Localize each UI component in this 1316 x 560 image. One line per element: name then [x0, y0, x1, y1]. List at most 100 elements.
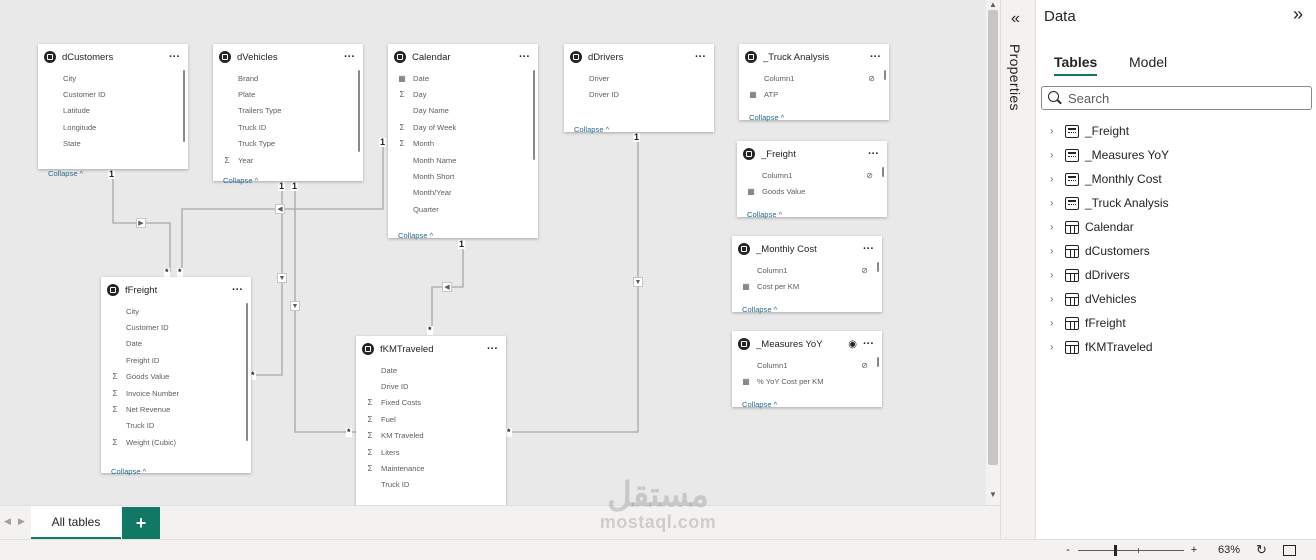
more-options-icon[interactable]: ···: [863, 339, 874, 350]
table-card-header[interactable]: _Measures YoY ◉ ···: [732, 331, 882, 357]
collapse-link[interactable]: Collapse ^: [739, 110, 889, 124]
table-card-header[interactable]: dDrivers ···: [564, 44, 714, 70]
table-card-calendar[interactable]: Calendar ··· ▦ Date Σ Day Day Name Σ Day of Week…: [388, 44, 538, 240]
column-row[interactable]: Σ Month: [396, 136, 538, 152]
column-row[interactable]: Truck Type: [221, 136, 363, 152]
collapse-link[interactable]: Collapse ^: [213, 173, 363, 187]
table-card-header[interactable]: dVehicles ···: [213, 44, 363, 70]
column-row[interactable]: Column1 ⊘: [745, 167, 887, 183]
column-row[interactable]: ▦ ATP: [747, 86, 889, 102]
hidden-eye-icon[interactable]: ⊘: [868, 74, 875, 83]
chevron-right-icon[interactable]: ›: [1050, 318, 1062, 329]
column-row[interactable]: Trailers Type: [221, 103, 363, 119]
card-scrollbar[interactable]: [183, 70, 185, 142]
column-row[interactable]: Date: [364, 362, 506, 378]
column-row[interactable]: Column1 ⊘: [740, 262, 882, 278]
scroll-up-icon[interactable]: ▲: [986, 0, 1000, 9]
column-row[interactable]: ▦ Goods Value: [745, 183, 887, 199]
tree-item-freight[interactable]: › _Freight: [1050, 120, 1129, 142]
card-scrollbar[interactable]: [877, 262, 879, 272]
zoom-slider[interactable]: [1078, 544, 1184, 556]
more-options-icon[interactable]: ···: [695, 52, 706, 63]
column-row[interactable]: Customer ID: [109, 319, 251, 335]
tab-scroll-left-icon[interactable]: ◀: [4, 516, 11, 527]
table-card-header[interactable]: Calendar ···: [388, 44, 538, 70]
more-options-icon[interactable]: ···: [169, 52, 180, 63]
table-card-dvehicles[interactable]: dVehicles ··· Brand Plate Trailers Type Truck…: [213, 44, 363, 185]
column-row[interactable]: ▦ Date: [396, 70, 538, 86]
column-row[interactable]: City: [46, 70, 188, 86]
collapse-link[interactable]: Collapse ^: [564, 122, 714, 136]
more-options-icon[interactable]: ···: [519, 52, 530, 63]
chevron-right-icon[interactable]: ›: [1050, 270, 1062, 281]
column-row[interactable]: Latitude: [46, 103, 188, 119]
table-card-header[interactable]: fKMTraveled ···: [356, 336, 506, 362]
column-row[interactable]: Σ Fixed Costs: [364, 395, 506, 411]
column-row[interactable]: Driver: [572, 70, 714, 86]
table-card-header[interactable]: dCustomers ···: [38, 44, 188, 70]
tab-scroll-right-icon[interactable]: ▶: [18, 516, 25, 527]
card-scrollbar[interactable]: [246, 303, 248, 441]
tab-tables[interactable]: Tables: [1054, 54, 1098, 76]
column-row[interactable]: State: [46, 136, 188, 152]
table-card-monthlycost[interactable]: _Monthly Cost ··· Column1 ⊘ ▦ Cost per KM Coll…: [732, 236, 882, 314]
column-row[interactable]: Freight ID: [109, 352, 251, 368]
column-row[interactable]: Longitude: [46, 119, 188, 135]
tree-item-truck-analysis[interactable]: › _Truck Analysis: [1050, 192, 1169, 214]
collapse-link[interactable]: Collapse ^: [388, 228, 538, 242]
chevron-right-icon[interactable]: ›: [1050, 150, 1062, 161]
column-row[interactable]: Σ Goods Value: [109, 369, 251, 385]
search-input[interactable]: [1068, 90, 1288, 106]
column-row[interactable]: Σ Day of Week: [396, 119, 538, 135]
more-options-icon[interactable]: ···: [863, 244, 874, 255]
table-card-fkmtraveled[interactable]: fKMTraveled ··· Date Drive ID Σ Fixed Costs Σ F…: [356, 336, 506, 505]
tree-item-measures-yoy[interactable]: › _Measures YoY: [1050, 144, 1169, 166]
column-row[interactable]: ▦ % YoY Cost per KM: [740, 373, 882, 389]
column-row[interactable]: Drive ID: [364, 378, 506, 394]
canvas-vertical-scrollbar[interactable]: ▲ ▼: [986, 0, 1000, 505]
column-row[interactable]: Date: [109, 336, 251, 352]
collapse-link[interactable]: Collapse ^: [732, 302, 882, 316]
chevron-right-icon[interactable]: ›: [1050, 294, 1062, 305]
zoom-in-button[interactable]: +: [1188, 544, 1200, 556]
collapse-link[interactable]: Collapse ^: [101, 464, 251, 478]
eye-icon[interactable]: ◉: [848, 339, 857, 350]
chevron-right-icon[interactable]: ›: [1050, 342, 1062, 353]
column-row[interactable]: Truck ID: [109, 418, 251, 434]
column-row[interactable]: City: [109, 303, 251, 319]
tab-all-tables[interactable]: All tables: [31, 506, 121, 540]
expand-properties-icon[interactable]: «: [1011, 10, 1020, 28]
column-row[interactable]: ▦ Cost per KM: [740, 278, 882, 294]
column-row[interactable]: Month Name: [396, 152, 538, 168]
table-card-freight[interactable]: _Freight ··· Column1 ⊘ ▦ Goods Value Collapse …: [737, 141, 887, 219]
chevron-right-icon[interactable]: ›: [1050, 222, 1062, 233]
chevron-right-icon[interactable]: ›: [1050, 174, 1062, 185]
column-row[interactable]: Day Name: [396, 103, 538, 119]
more-options-icon[interactable]: ···: [232, 285, 243, 296]
properties-label[interactable]: Properties: [1007, 44, 1023, 111]
column-row[interactable]: Truck ID: [364, 477, 506, 493]
hidden-eye-icon[interactable]: ⊘: [861, 266, 868, 275]
more-options-icon[interactable]: ···: [870, 52, 881, 63]
column-row[interactable]: Customer ID: [46, 86, 188, 102]
column-row[interactable]: Σ Weight (Cubic): [109, 434, 251, 450]
tree-item-dvehicles[interactable]: › dVehicles: [1050, 288, 1136, 310]
hidden-eye-icon[interactable]: ⊘: [866, 171, 873, 180]
model-canvas[interactable]: 1 1 1 1 1 1 * * * * * * ▶ ◀ ▼ ▼ ◀ ▼ dCus…: [0, 0, 1000, 505]
fit-to-page-icon[interactable]: [1282, 544, 1296, 556]
column-row[interactable]: Driver ID: [572, 86, 714, 102]
table-card-header[interactable]: _Truck Analysis ···: [739, 44, 889, 70]
column-row[interactable]: Σ Year: [221, 152, 363, 168]
scrollbar-thumb[interactable]: [988, 10, 998, 465]
card-scrollbar[interactable]: [877, 357, 879, 367]
column-row[interactable]: Truck ID: [221, 119, 363, 135]
column-row[interactable]: Column1 ⊘: [740, 357, 882, 373]
column-row[interactable]: Column1 ⊘: [747, 70, 889, 86]
card-scrollbar[interactable]: [884, 70, 886, 80]
collapse-link[interactable]: Collapse ^: [737, 207, 887, 221]
table-card-ddrivers[interactable]: dDrivers ··· Driver Driver ID Collapse ^: [564, 44, 714, 134]
chevron-right-icon[interactable]: ›: [1050, 198, 1062, 209]
tree-item-ffreight[interactable]: › fFreight: [1050, 312, 1126, 334]
table-card-header[interactable]: fFreight ···: [101, 277, 251, 303]
table-card-measuresyoy[interactable]: _Measures YoY ◉ ··· Column1 ⊘ ▦ % YoY Cost per…: [732, 331, 882, 409]
